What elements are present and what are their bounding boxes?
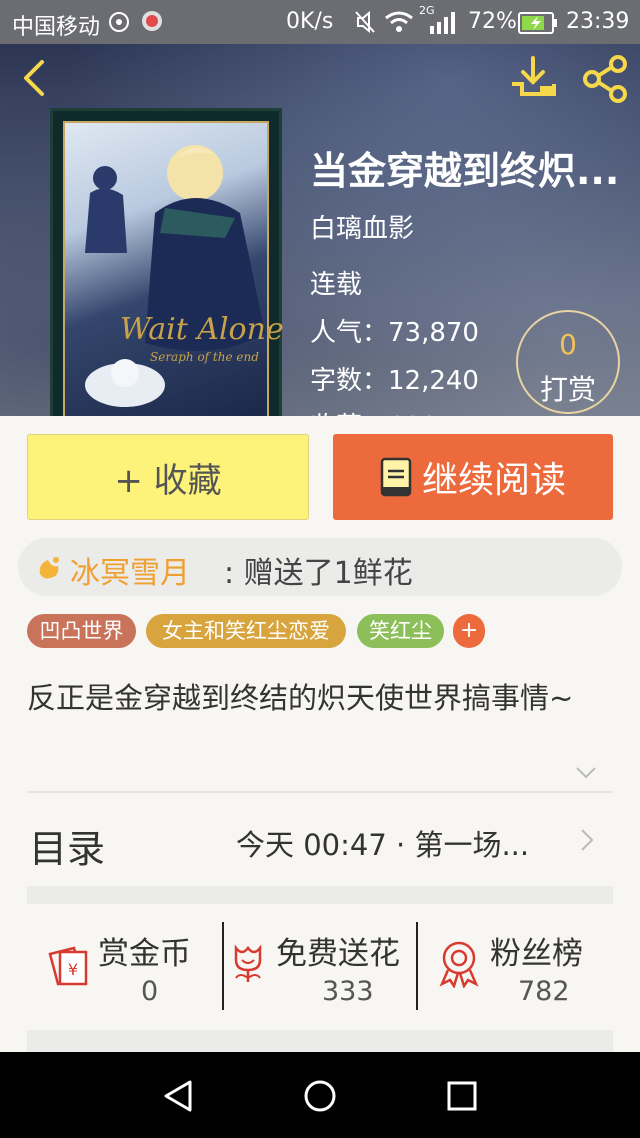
book-icon	[380, 457, 412, 497]
mute-icon	[355, 10, 375, 34]
stat-divider	[416, 922, 418, 1010]
book-status: 连载	[310, 270, 363, 300]
book-header: Wait Alone Seraph of the end 当金穿越到终炽... …	[0, 44, 640, 416]
stat-label: 赏金币	[98, 936, 191, 972]
stat-value: 0	[141, 976, 159, 1007]
network-speed: 0K/s	[286, 9, 334, 34]
stat-label: 免费送花	[276, 936, 400, 972]
wifi-icon	[385, 11, 413, 32]
flower-icon	[234, 944, 262, 982]
medal-icon	[439, 941, 479, 988]
book-popularity: 人气：73,870	[310, 318, 479, 348]
add-to-favorites-button[interactable]: + 收藏	[27, 434, 309, 520]
toc-label: 目录	[29, 827, 106, 871]
red-envelope-icon: ¥	[48, 946, 88, 986]
app-notification-icon	[142, 11, 162, 31]
cover-artwork	[63, 121, 269, 416]
stat-divider	[222, 922, 224, 1010]
book-word-count: 字数：12,240	[310, 366, 479, 396]
book-author[interactable]: 白璃血影	[310, 208, 414, 245]
gift-notice-bar[interactable]: 冰冥雪月 : 赠送了1鲜花	[18, 538, 622, 596]
tag-item[interactable]: 笑红尘	[357, 614, 444, 648]
continue-reading-button[interactable]: 继续阅读	[333, 434, 613, 520]
nav-home-icon[interactable]	[302, 1078, 338, 1114]
expand-chevron-icon[interactable]	[575, 766, 597, 780]
book-favorites: 收藏：698	[310, 406, 438, 416]
tag-item[interactable]: 女主和笑红尘恋爱	[146, 614, 346, 648]
share-icon[interactable]	[580, 54, 630, 104]
download-icon[interactable]	[508, 54, 558, 104]
gift-message: : 赠送了1鲜花	[224, 556, 413, 591]
stat-value: 782	[518, 976, 570, 1007]
reward-count: 0	[559, 328, 577, 361]
add-tag-button[interactable]: +	[453, 614, 485, 648]
back-arrow-icon[interactable]	[16, 58, 56, 98]
signal-icon	[430, 12, 455, 34]
cover-title-text: Wait Alone	[120, 312, 284, 347]
chevron-right-icon	[581, 829, 594, 851]
book-cover[interactable]	[50, 108, 282, 416]
clock: 23:39	[566, 9, 630, 34]
book-description: 反正是金穿越到终结的炽天使世界搞事情~	[27, 681, 574, 715]
gift-sender[interactable]: 冰冥雪月	[70, 548, 190, 592]
stat-value: 333	[322, 976, 374, 1007]
book-title: 当金穿越到终炽...	[310, 149, 620, 193]
battery-charging-icon	[518, 12, 557, 34]
divider	[27, 791, 613, 793]
status-bar: 中国移动 0K/s 2G 72% 23:39	[0, 0, 640, 44]
nav-back-icon[interactable]	[160, 1078, 196, 1114]
system-navigation-bar	[0, 1052, 640, 1138]
stat-label: 粉丝榜	[490, 936, 583, 972]
section-separator	[27, 1030, 613, 1052]
hotspot-icon	[109, 12, 129, 32]
flower-gift-icon	[39, 557, 59, 579]
section-separator	[27, 886, 613, 904]
cover-subtitle-text: Seraph of the end	[150, 350, 259, 364]
svg-text:¥: ¥	[68, 960, 78, 979]
continue-reading-label: 继续阅读	[421, 460, 566, 501]
tag-item[interactable]: 凹凸世界	[27, 614, 136, 648]
nav-recents-icon[interactable]	[446, 1080, 478, 1112]
carrier-label: 中国移动	[12, 15, 101, 40]
reward-button[interactable]: 0 打赏	[516, 310, 620, 414]
battery-percent: 72%	[468, 9, 517, 34]
toc-latest-chapter: 今天 00:47 · 第一场...	[236, 828, 530, 862]
reward-label: 打赏	[539, 373, 596, 406]
cover-illustration	[85, 145, 265, 407]
